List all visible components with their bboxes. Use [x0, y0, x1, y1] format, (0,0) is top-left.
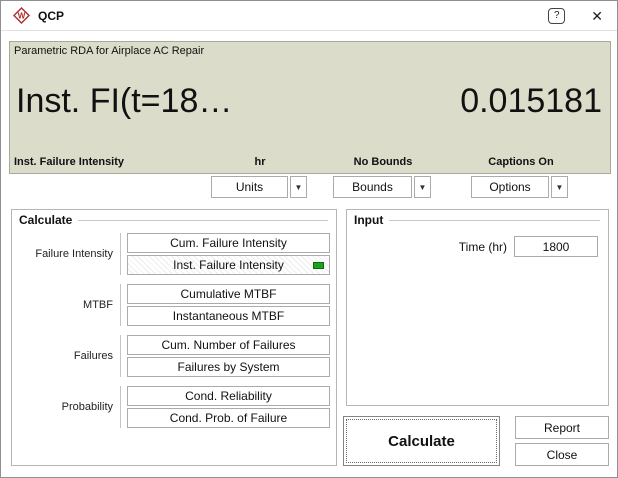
units-split-button: Units ▼ [211, 176, 307, 198]
report-button[interactable]: Report [515, 416, 609, 439]
window-title: QCP [38, 8, 65, 23]
qcp-window: W QCP ? ✕ Parametric RDA for Airplace AC… [0, 0, 618, 478]
result-label: Inst. FI(t=18… [16, 82, 233, 120]
calc-category-label: Probability [61, 401, 113, 413]
close-icon[interactable]: ✕ [587, 7, 607, 24]
calculate-group-title: Calculate [12, 210, 336, 227]
units-button[interactable]: Units [211, 176, 288, 198]
calc-category-label: Failures [73, 350, 113, 362]
calc-button-instantaneous-mtbf[interactable]: Instantaneous MTBF [127, 306, 330, 326]
calculate-group: Calculate Failure Intensity Cum. Failure… [11, 209, 337, 466]
titlebar: W QCP ? ✕ [1, 1, 617, 31]
calc-button-inst-failure-intensity[interactable]: Inst. Failure Intensity [127, 255, 330, 275]
time-input[interactable] [514, 236, 598, 257]
status-bounds: No Bounds [353, 156, 413, 168]
close-button[interactable]: Close [515, 443, 609, 466]
section-probability: Probability Cond. Reliability Cond. Prob… [12, 386, 336, 428]
weibull-logo-icon: W [13, 7, 30, 24]
time-input-label: Time (hr) [458, 239, 507, 254]
button-label: Inst. Failure Intensity [173, 258, 284, 272]
calc-button-cond-prob-of-failure[interactable]: Cond. Prob. of Failure [127, 408, 330, 428]
calc-buttons: Cumulative MTBF Instantaneous MTBF [121, 284, 330, 326]
selected-indicator [313, 262, 324, 269]
calc-buttons: Cum. Number of Failures Failures by Syst… [121, 335, 330, 377]
button-label: Cond. Prob. of Failure [169, 411, 288, 425]
calculate-group-body: Failure Intensity Cum. Failure Intensity… [12, 227, 336, 428]
calculate-button[interactable]: Calculate [343, 416, 500, 466]
status-row: Inst. Failure Intensity hr No Bounds Cap… [10, 156, 610, 170]
calc-buttons: Cond. Reliability Cond. Prob. of Failure [121, 386, 330, 428]
bounds-button[interactable]: Bounds [333, 176, 412, 198]
time-input-row: Time (hr) [347, 236, 608, 257]
button-label: Cumulative MTBF [180, 287, 277, 301]
button-label: Cond. Reliability [185, 389, 272, 403]
bounds-dropdown-arrow-icon[interactable]: ▼ [414, 176, 431, 198]
calc-button-cum-failure-intensity[interactable]: Cum. Failure Intensity [127, 233, 330, 253]
input-group-title: Input [347, 210, 608, 227]
group-title-label: Calculate [19, 213, 73, 227]
results-panel: Parametric RDA for Airplace AC Repair In… [9, 41, 611, 174]
bounds-split-button: Bounds ▼ [333, 176, 431, 198]
status-units: hr [254, 156, 266, 168]
button-label: Cum. Number of Failures [161, 338, 296, 352]
status-metric: Inst. Failure Intensity [14, 156, 125, 168]
options-split-button: Options ▼ [471, 176, 568, 198]
calc-category-label: MTBF [83, 299, 113, 311]
group-title-label: Input [354, 213, 384, 227]
calc-button-failures-by-system[interactable]: Failures by System [127, 357, 330, 377]
result-row: Inst. FI(t=18… 0.015181 [16, 82, 602, 121]
status-captions: Captions On [488, 156, 554, 168]
button-label: Cum. Failure Intensity [170, 236, 287, 250]
section-mtbf: MTBF Cumulative MTBF Instantaneous MTBF [12, 284, 336, 326]
analysis-title: Parametric RDA for Airplace AC Repair [14, 45, 205, 57]
section-failure-intensity: Failure Intensity Cum. Failure Intensity… [12, 233, 336, 275]
help-icon[interactable]: ? [548, 7, 566, 24]
calc-category-label: Failure Intensity [35, 248, 113, 260]
calc-button-cumulative-mtbf[interactable]: Cumulative MTBF [127, 284, 330, 304]
calc-button-cond-reliability[interactable]: Cond. Reliability [127, 386, 330, 406]
button-label: Instantaneous MTBF [172, 309, 285, 323]
units-dropdown-arrow-icon[interactable]: ▼ [290, 176, 307, 198]
svg-text:W: W [18, 11, 26, 20]
input-group: Input Time (hr) [346, 209, 609, 406]
options-dropdown-arrow-icon[interactable]: ▼ [551, 176, 568, 198]
calc-button-cum-number-of-failures[interactable]: Cum. Number of Failures [127, 335, 330, 355]
titlebar-buttons: ? ✕ [548, 7, 607, 24]
options-button[interactable]: Options [471, 176, 549, 198]
calc-buttons: Cum. Failure Intensity Inst. Failure Int… [121, 233, 330, 275]
button-label: Failures by System [177, 360, 280, 374]
result-value: 0.015181 [460, 82, 602, 120]
section-failures: Failures Cum. Number of Failures Failure… [12, 335, 336, 377]
